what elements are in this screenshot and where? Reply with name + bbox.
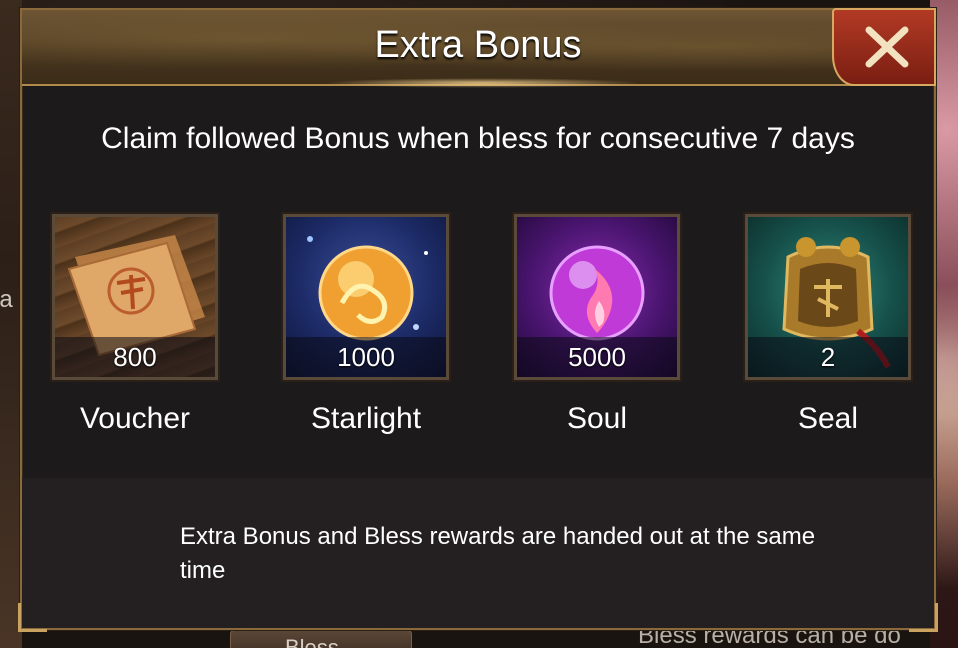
dialog-titlebar: Extra Bonus [22, 8, 936, 86]
reward-count: 1000 [337, 342, 395, 372]
reward-count: 5000 [568, 342, 626, 372]
reward-count: 800 [113, 342, 157, 372]
extra-bonus-dialog: Extra Bonus Claim followed Bonus when bl… [18, 8, 938, 632]
reward-item-starlight[interactable]: 1000 Starlight [281, 212, 451, 436]
background-bless-tab: Bless [230, 630, 412, 648]
reward-item-seal[interactable]: 2 Seal [743, 212, 913, 436]
footer-note: Extra Bonus and Bless rewards are handed… [180, 523, 816, 584]
reward-count: 2 [820, 342, 836, 372]
dialog-title: Extra Bonus [374, 24, 582, 66]
game-screen: la Bless Bless rewards can be do Extra B… [0, 0, 958, 648]
reward-icon-frame: 5000 [512, 212, 682, 382]
background-bless-tab-label: Bless [285, 635, 339, 648]
reward-item-soul[interactable]: 5000 Soul [512, 212, 682, 436]
bonus-instruction: Claim followed Bonus when bless for cons… [101, 122, 855, 155]
reward-icon-frame: 800 [50, 212, 220, 382]
close-button[interactable] [832, 8, 936, 86]
reward-name: Starlight [310, 402, 422, 435]
reward-name: Seal [797, 402, 859, 435]
reward-name: Soul [566, 402, 628, 435]
background-scene-left [0, 0, 22, 648]
reward-name: Voucher [79, 402, 191, 435]
reward-icon-frame: 2 [743, 212, 913, 382]
background-left-text: la [0, 286, 13, 313]
reward-item-voucher[interactable]: 800 Voucher [50, 212, 220, 436]
frame-corner-ornament [18, 603, 47, 632]
frame-corner-ornament [909, 603, 938, 632]
close-icon [865, 26, 909, 68]
reward-icon-frame: 1000 [281, 212, 451, 382]
titlebar-glow [322, 78, 642, 88]
